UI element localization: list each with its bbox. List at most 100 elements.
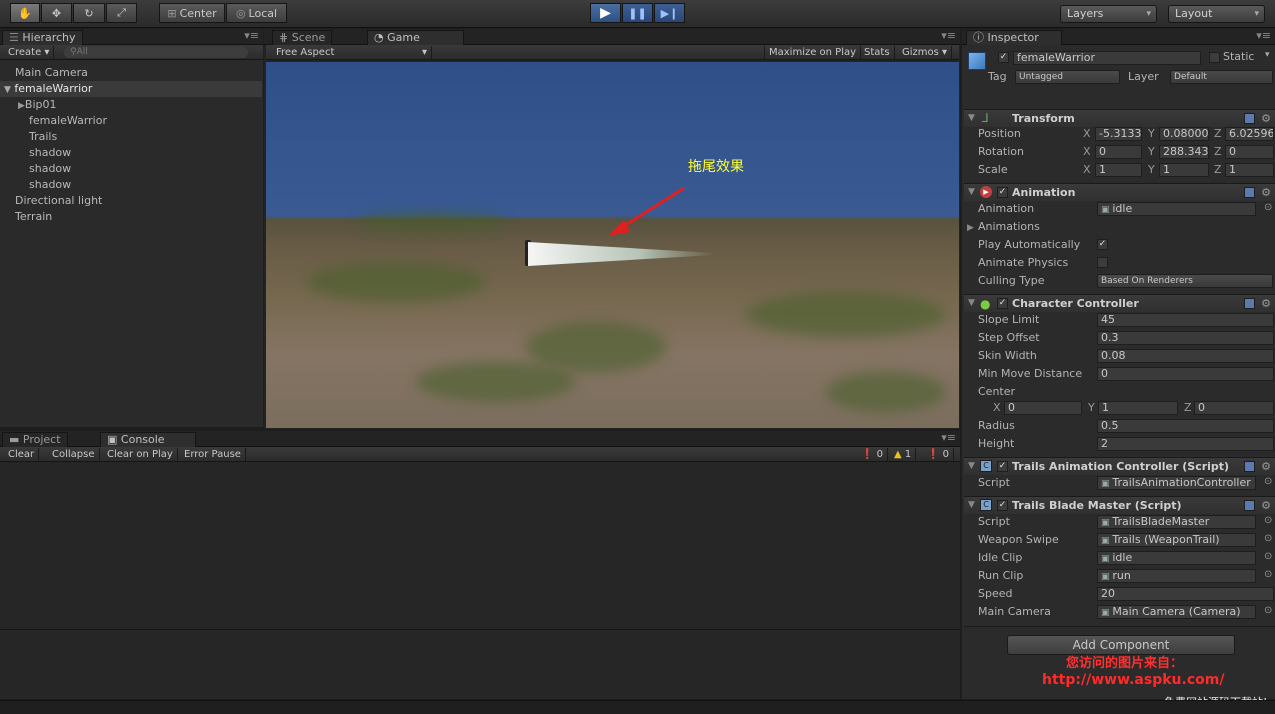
trails-animation-script-field[interactable]: TrailsAnimationController — [1097, 476, 1256, 490]
gear-icon[interactable]: ⚙ — [1261, 499, 1271, 512]
help-book-icon[interactable] — [1244, 187, 1255, 198]
hierarchy-search-input[interactable]: ⚲All — [64, 47, 248, 58]
aspect-dropdown[interactable]: Free Aspect ▾ — [272, 46, 432, 59]
static-dropdown-icon[interactable]: ▾ — [1265, 50, 1270, 60]
height-field[interactable]: 2 — [1097, 437, 1274, 451]
speed-field[interactable]: 20 — [1097, 587, 1274, 601]
rotation-y-field[interactable]: 288.343 — [1159, 145, 1209, 159]
component-enabled-checkbox[interactable]: ✓ — [997, 461, 1008, 472]
animate-physics-checkbox[interactable] — [1097, 257, 1108, 268]
move-tool-button[interactable]: ✥ — [41, 3, 72, 23]
position-z-field[interactable]: 6.02596 — [1225, 127, 1274, 141]
collapse-button[interactable]: Collapse — [48, 448, 100, 461]
culling-type-dropdown[interactable]: Based On Renderers — [1097, 274, 1273, 288]
object-picker-icon[interactable]: ⊙ — [1264, 202, 1272, 213]
object-picker-icon[interactable]: ⊙ — [1264, 476, 1272, 487]
rotation-z-field[interactable]: 0 — [1225, 145, 1274, 159]
layout-dropdown[interactable]: Layout — [1168, 5, 1265, 23]
slope-limit-field[interactable]: 45 — [1097, 313, 1274, 327]
help-book-icon[interactable] — [1244, 113, 1255, 124]
help-book-icon[interactable] — [1244, 461, 1255, 472]
tab-inspector[interactable]: ⓘ Inspector — [966, 30, 1062, 45]
foldout-icon[interactable]: ▼ — [968, 187, 975, 197]
list-item[interactable]: Terrain — [0, 209, 262, 225]
list-item[interactable]: femaleWarrior — [0, 113, 262, 129]
foldout-icon[interactable]: ▼ — [968, 298, 975, 308]
component-enabled-checkbox[interactable]: ✓ — [997, 298, 1008, 309]
weapon-swipe-field[interactable]: Trails (WeaponTrail) — [1097, 533, 1256, 547]
gear-icon[interactable]: ⚙ — [1261, 112, 1271, 125]
clear-button[interactable]: Clear — [4, 448, 40, 461]
tab-game[interactable]: ◔ Game — [367, 30, 464, 45]
clear-on-play-button[interactable]: Clear on Play — [103, 448, 178, 461]
character-controller-header[interactable]: ▼ ● ✓ Character Controller ⚙ — [964, 294, 1275, 312]
layers-dropdown[interactable]: Layers — [1060, 5, 1157, 23]
trails-blade-script-field[interactable]: TrailsBladeMaster — [1097, 515, 1256, 529]
play-automatically-checkbox[interactable]: ✓ — [1097, 239, 1108, 250]
layer-dropdown[interactable]: Default — [1170, 70, 1273, 84]
main-camera-field[interactable]: Main Camera (Camera) — [1097, 605, 1256, 619]
scale-x-field[interactable]: 1 — [1095, 163, 1142, 177]
rotate-tool-button[interactable]: ↻ — [73, 3, 105, 23]
panel-menu-icon[interactable]: ▾≡ — [244, 29, 259, 42]
tab-scene[interactable]: ⋕ Scene — [272, 30, 333, 45]
foldout-icon[interactable]: ▼ — [968, 500, 975, 510]
space-local-button[interactable]: ◎ Local — [226, 3, 287, 23]
rotation-x-field[interactable]: 0 — [1095, 145, 1142, 159]
object-picker-icon[interactable]: ⊙ — [1264, 605, 1272, 616]
list-item[interactable]: shadow — [0, 161, 262, 177]
center-y-field[interactable]: 1 — [1098, 401, 1178, 415]
help-book-icon[interactable] — [1244, 500, 1255, 511]
object-name-field[interactable]: femaleWarrior — [1013, 51, 1201, 65]
scale-y-field[interactable]: 1 — [1159, 163, 1209, 177]
error-pause-button[interactable]: Error Pause — [180, 448, 246, 461]
pause-button[interactable]: ❚❚ — [622, 3, 653, 23]
transform-header[interactable]: ▼ ⅃ Transform ⚙ — [964, 109, 1275, 127]
position-y-field[interactable]: 0.08000 — [1159, 127, 1209, 141]
gear-icon[interactable]: ⚙ — [1261, 186, 1271, 199]
step-offset-field[interactable]: 0.3 — [1097, 331, 1274, 345]
tag-dropdown[interactable]: Untagged — [1015, 70, 1120, 84]
tab-project[interactable]: ▬ Project — [2, 432, 68, 447]
component-enabled-checkbox[interactable]: ✓ — [997, 187, 1008, 198]
play-button[interactable]: ▶ — [590, 3, 621, 23]
scale-z-field[interactable]: 1 — [1225, 163, 1274, 177]
component-enabled-checkbox[interactable]: ✓ — [997, 500, 1008, 511]
foldout-right-icon[interactable]: ▶ — [967, 223, 974, 233]
scale-tool-button[interactable]: ⤢ — [106, 3, 137, 23]
object-picker-icon[interactable]: ⊙ — [1264, 533, 1272, 544]
expand-down-icon[interactable]: ▼ — [4, 85, 11, 95]
animation-header[interactable]: ▼ ▶ ✓ Animation ⚙ — [964, 183, 1275, 201]
center-x-field[interactable]: 0 — [1004, 401, 1082, 415]
panel-menu-icon[interactable]: ▾≡ — [941, 29, 956, 42]
hand-tool-button[interactable]: ✋ — [10, 3, 40, 23]
foldout-icon[interactable]: ▼ — [968, 461, 975, 471]
create-dropdown[interactable]: Create ▾ — [4, 46, 55, 59]
foldout-icon[interactable]: ▼ — [968, 113, 975, 123]
center-z-field[interactable]: 0 — [1194, 401, 1274, 415]
trails-blade-master-header[interactable]: ▼ C ✓ Trails Blade Master (Script) ⚙ — [964, 496, 1275, 514]
list-item[interactable]: shadow — [0, 145, 262, 161]
radius-field[interactable]: 0.5 — [1097, 419, 1274, 433]
run-clip-field[interactable]: run — [1097, 569, 1256, 583]
gear-icon[interactable]: ⚙ — [1261, 460, 1271, 473]
info-count-toggle[interactable]: ❗ 0 — [857, 448, 889, 461]
animation-field[interactable]: idle — [1097, 202, 1256, 216]
maximize-on-play-toggle[interactable]: Maximize on Play — [764, 46, 862, 59]
list-item[interactable]: Main Camera — [0, 65, 262, 81]
active-checkbox[interactable]: ✓ — [998, 52, 1009, 63]
expand-right-icon[interactable]: ▶ — [18, 101, 25, 111]
panel-menu-icon[interactable]: ▾≡ — [941, 431, 956, 444]
list-item[interactable]: Trails — [0, 129, 262, 145]
object-picker-icon[interactable]: ⊙ — [1264, 515, 1272, 526]
min-move-distance-field[interactable]: 0 — [1097, 367, 1274, 381]
list-item[interactable]: ▶Bip01 — [0, 97, 262, 113]
step-button[interactable]: ▶❙ — [654, 3, 685, 23]
panel-menu-icon[interactable]: ▾≡ — [1256, 29, 1271, 42]
list-item[interactable]: shadow — [0, 177, 262, 193]
tab-hierarchy[interactable]: ☰ Hierarchy — [2, 30, 83, 45]
stats-toggle[interactable]: Stats — [860, 46, 895, 59]
skin-width-field[interactable]: 0.08 — [1097, 349, 1274, 363]
static-checkbox[interactable] — [1209, 52, 1220, 63]
gear-icon[interactable]: ⚙ — [1261, 297, 1271, 310]
